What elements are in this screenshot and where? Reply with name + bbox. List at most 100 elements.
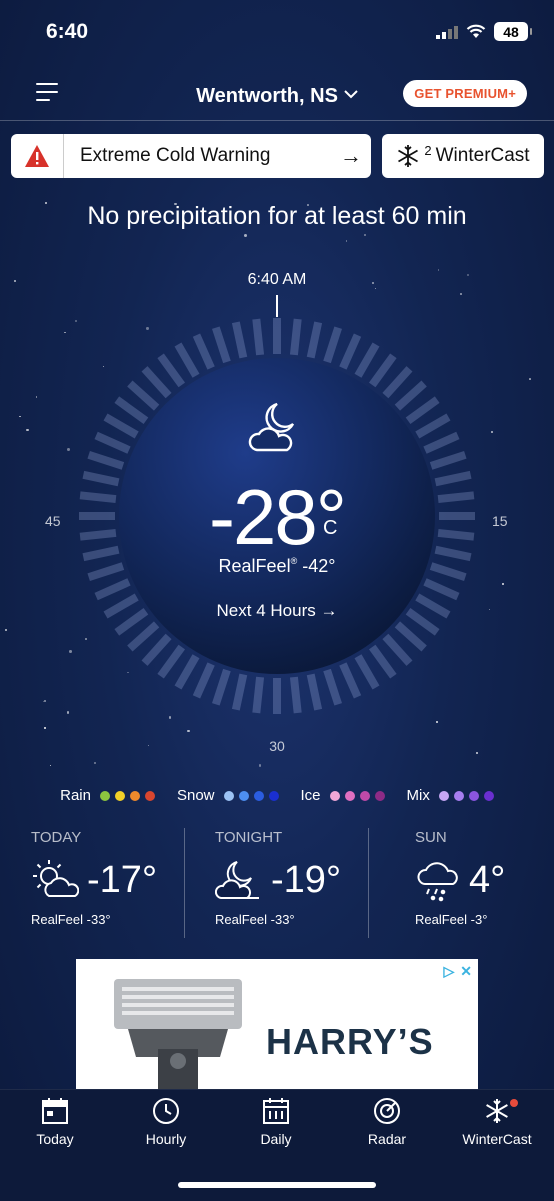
legend-dot (453, 790, 464, 801)
current-realfeel: RealFeel® -42° (218, 556, 336, 576)
arrow-right-icon: → (340, 143, 362, 168)
current-time-marker (276, 295, 278, 317)
moon-cloud-icon (215, 861, 259, 899)
dial-time-label: 6:40 AM (247, 271, 307, 288)
ad-choices[interactable]: ▷ ✕ (443, 963, 472, 980)
home-indicator (178, 1182, 376, 1188)
calendar-day-icon (42, 1098, 68, 1124)
dial-tick (114, 396, 149, 425)
cloud-rain-snow-icon (417, 862, 458, 902)
legend-snow: Snow (177, 787, 279, 804)
legend-dot (223, 790, 234, 801)
dial-tick (252, 318, 265, 356)
wifi-icon (466, 24, 486, 38)
forecast-sun[interactable]: SUN 4° RealFeel -3° (415, 829, 554, 927)
star-dot (63, 331, 66, 334)
dial-tick (212, 668, 231, 706)
dial-tick (405, 396, 440, 425)
dial-tick (423, 431, 460, 454)
battery-indicator: 48 (494, 22, 532, 41)
next-4-hours-link[interactable]: Next 4 Hours → (0, 601, 554, 621)
tab-label: Daily (260, 1131, 292, 1147)
star-dot (345, 240, 348, 242)
get-premium-button[interactable]: GET PREMIUM+ (403, 80, 527, 107)
star-dot (258, 764, 261, 767)
location-name: Wentworth, NS (196, 85, 338, 107)
forecast-today[interactable]: TODAY -17° RealFeel -33° (31, 829, 191, 927)
tab-label: Hourly (145, 1131, 187, 1147)
precipitation-message: No precipitation for at least 60 min (87, 202, 467, 230)
dial-tick (415, 413, 451, 439)
close-icon[interactable]: ✕ (460, 963, 472, 980)
dial-tick (306, 321, 323, 359)
legend-dot (438, 790, 449, 801)
next-hours-label: Next 4 Hours (216, 601, 316, 620)
star-dot (35, 396, 37, 398)
realfeel-value: -42° (302, 556, 336, 576)
star-dot (243, 233, 247, 237)
tab-today[interactable]: Today (10, 1097, 100, 1147)
wintercast-count: 2 (424, 142, 432, 158)
dial-tick (94, 431, 131, 454)
forecast-divider (184, 828, 185, 938)
dial-tick (212, 326, 231, 364)
legend-label: Rain (60, 787, 91, 804)
dial-tick (394, 380, 427, 411)
star-dot (66, 711, 69, 714)
dial-tick (339, 333, 362, 370)
wintercast-card[interactable]: 2 WinterCast (382, 134, 544, 178)
radar-icon (374, 1098, 400, 1124)
header-divider (0, 120, 554, 121)
dial-tick (192, 662, 215, 699)
temperature-unit: C (323, 517, 338, 539)
advertisement-banner[interactable]: HARRY’S ▷ ✕ (76, 959, 478, 1089)
star-dot (502, 583, 505, 586)
forecast-label: SUN (415, 829, 447, 846)
legend-dot (129, 790, 140, 801)
forecast-label: TONIGHT (215, 829, 283, 846)
dial-tick (103, 413, 139, 439)
current-temperature: -28° (209, 473, 347, 561)
dial-tick (306, 673, 323, 711)
adchoices-icon[interactable]: ▷ (443, 963, 454, 980)
dial-tick (252, 676, 265, 714)
star-dot (69, 650, 73, 653)
forecast-realfeel: RealFeel -33° (215, 912, 295, 927)
legend-dot (359, 790, 370, 801)
star-dot (44, 727, 46, 729)
tab-radar[interactable]: Radar (342, 1097, 432, 1147)
dial-tick (192, 333, 215, 370)
forecast-divider (368, 828, 369, 938)
dial-tick (394, 621, 427, 652)
star-dot (436, 720, 439, 723)
tab-wintercast[interactable]: WinterCast (452, 1097, 542, 1147)
wintercast-label: WinterCast (435, 145, 530, 166)
forecast-tonight[interactable]: TONIGHT -19° RealFeel -33° (215, 829, 375, 927)
dial-tick (127, 380, 160, 411)
dial-tick (382, 366, 413, 399)
ad-brand-name: HARRY’S (266, 1021, 434, 1062)
legend-dot (329, 790, 340, 801)
status-icons: 48 (436, 22, 532, 41)
extreme-cold-warning-card[interactable]: Extreme Cold Warning → (11, 134, 371, 178)
tab-hourly[interactable]: Hourly (121, 1097, 211, 1147)
legend-dot (468, 790, 479, 801)
star-dot (4, 628, 7, 631)
razor-image (114, 979, 242, 1089)
dial-tick (323, 668, 342, 706)
dial-tick (157, 353, 186, 388)
tab-daily[interactable]: Daily (231, 1097, 321, 1147)
warning-triangle-icon (11, 134, 64, 178)
legend-dot (114, 790, 125, 801)
notification-dot (510, 1099, 518, 1107)
dial-tick (94, 578, 131, 601)
dial-tick (289, 676, 302, 714)
star-dot (187, 729, 190, 732)
dial-tick (429, 451, 467, 470)
legend-dot (374, 790, 385, 801)
legend-mix: Mix (407, 787, 494, 804)
legend-dot (238, 790, 249, 801)
legend-label: Ice (300, 787, 321, 804)
dial-tick (231, 321, 248, 359)
star-dot (66, 447, 70, 451)
